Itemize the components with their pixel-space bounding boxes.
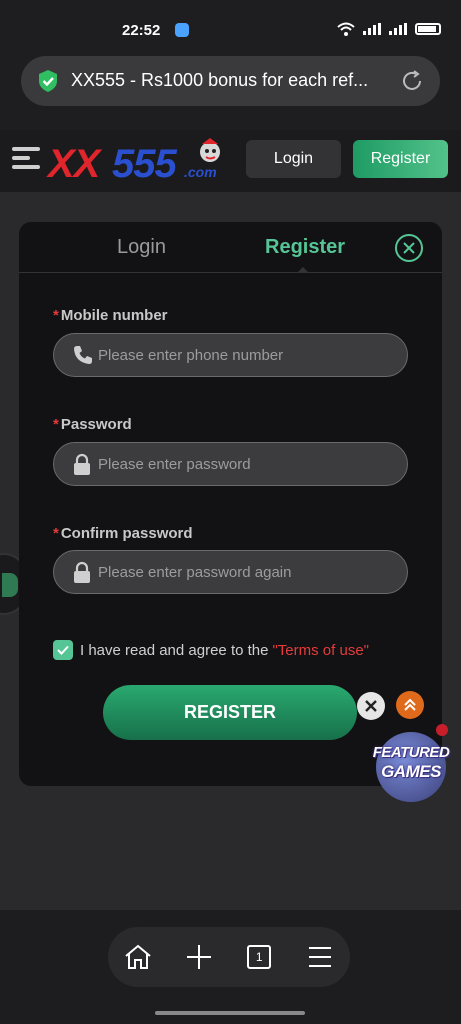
terms-link[interactable]: "Terms of use" <box>272 642 369 659</box>
battery-icon <box>415 23 441 35</box>
featured-line1: FEATURED <box>372 744 450 761</box>
close-modal-button[interactable] <box>395 234 423 262</box>
status-icons <box>337 22 441 36</box>
site-header: XX 555 .com Login Register <box>0 130 461 192</box>
tab-register[interactable]: Register <box>265 236 345 259</box>
agree-text: I have read and agree to the <box>80 641 269 659</box>
close-icon <box>365 700 377 712</box>
browser-menu-button[interactable] <box>302 939 338 975</box>
agree-checkbox[interactable] <box>53 640 73 660</box>
mobile-label: * Mobile number <box>53 307 168 324</box>
app-notification-icon <box>175 23 189 37</box>
plus-icon <box>186 945 211 969</box>
page-title-url[interactable]: XX555 - Rs1000 bonus for each ref... <box>71 70 396 91</box>
mascot-icon <box>200 138 220 162</box>
active-tab-indicator <box>297 267 309 273</box>
reload-icon[interactable] <box>400 69 424 93</box>
double-chevron-up-icon <box>404 698 416 711</box>
address-bar[interactable]: XX555 - Rs1000 bonus for each ref... <box>21 56 440 106</box>
lock-icon <box>74 561 90 583</box>
status-bar: 22:52 <box>0 0 461 50</box>
scroll-top-button[interactable] <box>396 691 424 719</box>
header-login-button[interactable]: Login <box>246 140 341 178</box>
close-icon <box>403 242 415 254</box>
confirm-password-field[interactable] <box>53 550 408 594</box>
close-floating-button[interactable] <box>357 692 385 720</box>
phone-icon <box>74 346 92 364</box>
register-submit-button[interactable]: REGISTER <box>103 685 357 740</box>
signal-icon <box>389 23 407 35</box>
featured-line2: GAMES <box>381 762 441 781</box>
checkmark-icon <box>57 645 69 655</box>
wifi-icon <box>337 22 355 36</box>
notification-dot <box>436 724 448 736</box>
required-mark: * <box>53 416 59 433</box>
terms-agreement: I have read and agree to the "Terms of u… <box>53 640 369 660</box>
confirm-password-label: * Confirm password <box>53 525 193 542</box>
password-field[interactable] <box>53 442 408 486</box>
confirm-password-label-text: Confirm password <box>60 525 193 542</box>
tabs-button[interactable]: 1 <box>241 939 277 975</box>
new-tab-button[interactable] <box>181 939 217 975</box>
mobile-input[interactable] <box>98 334 398 376</box>
tab-login[interactable]: Login <box>117 236 166 259</box>
confirm-password-input[interactable] <box>98 551 398 593</box>
logo-text-red: XX <box>48 142 100 186</box>
featured-games-badge[interactable]: FEATURED GAMES <box>372 724 450 806</box>
tabs-icon: 1 <box>247 945 272 969</box>
shield-check-icon <box>39 70 57 92</box>
tab-divider <box>19 272 442 273</box>
lock-icon <box>74 453 90 475</box>
status-time: 22:52 <box>122 22 161 39</box>
mobile-label-text: Mobile number <box>60 307 168 324</box>
required-mark: * <box>53 525 59 542</box>
menu-icon[interactable] <box>12 147 40 174</box>
home-indicator <box>155 1011 305 1015</box>
password-input[interactable] <box>98 443 398 485</box>
password-label-text: Password <box>60 416 132 433</box>
menu-icon <box>308 947 331 967</box>
logo-text-blue: 555 <box>112 142 177 186</box>
header-register-button[interactable]: Register <box>353 140 448 178</box>
browser-toolbar: XX555 - Rs1000 bonus for each ref... <box>0 50 461 130</box>
signal-icon <box>363 23 381 35</box>
mobile-field[interactable] <box>53 333 408 377</box>
required-mark: * <box>53 307 59 324</box>
home-button[interactable] <box>120 939 156 975</box>
home-icon <box>125 944 151 969</box>
browser-bottom-bar: 1 <box>0 910 461 1024</box>
password-label: * Password <box>53 416 132 433</box>
site-logo[interactable]: XX 555 .com <box>48 138 233 186</box>
bottom-nav: 1 <box>108 927 350 987</box>
